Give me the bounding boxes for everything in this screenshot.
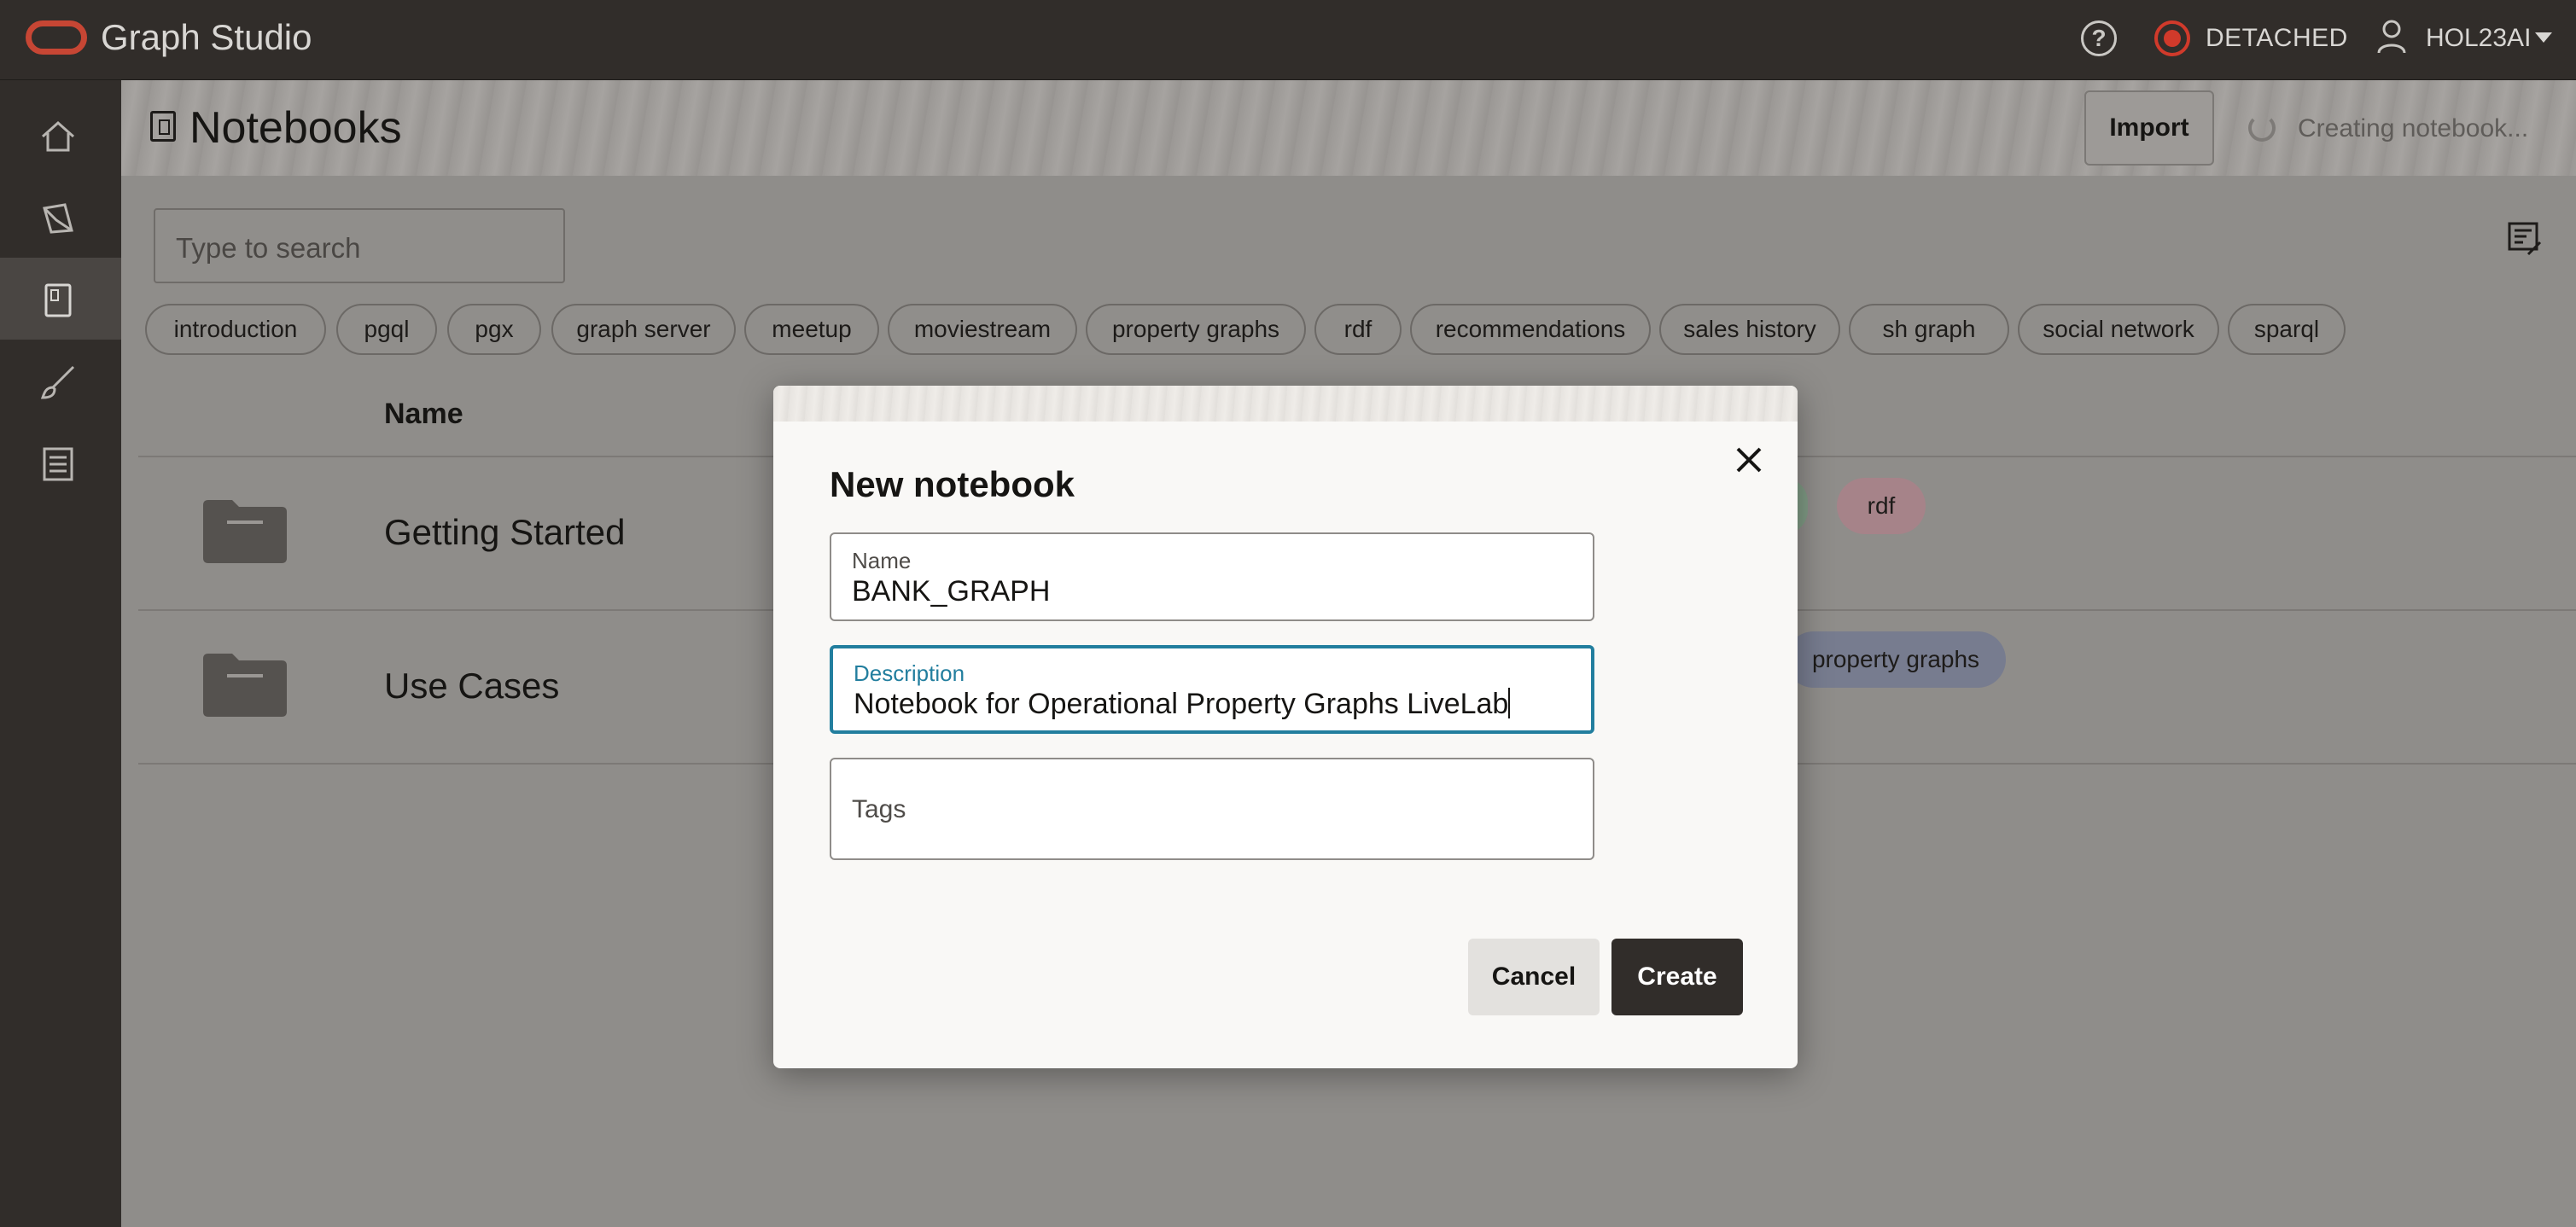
tags-field[interactable]: Tags <box>830 758 1594 860</box>
name-field-label: Name <box>852 548 912 573</box>
new-notebook-dialog: New notebook Name BANK_GRAPH Description… <box>773 386 1798 1068</box>
row-tag[interactable]: rdf <box>1837 478 1926 534</box>
name-field-value[interactable]: BANK_GRAPH <box>852 575 1050 608</box>
tag-chip[interactable]: pgx <box>447 304 541 355</box>
search-input[interactable]: Type to search <box>154 208 565 283</box>
tag-chip[interactable]: rdf <box>1314 304 1402 355</box>
notebook-folder-name[interactable]: Use Cases <box>384 666 559 707</box>
tag-chip[interactable]: pgql <box>336 304 437 355</box>
loading-spinner-icon <box>2248 114 2276 142</box>
nav-item-notebooks[interactable] <box>0 258 121 340</box>
top-bar: Graph Studio ? DETACHED HOL23AI <box>0 0 2576 80</box>
description-field-label: Description <box>854 660 965 686</box>
notebook-icon <box>150 111 176 142</box>
app-title: Graph Studio <box>101 17 312 57</box>
nav-item-algorithms[interactable] <box>0 340 121 422</box>
dialog-header-strip <box>773 386 1798 422</box>
edit-columns-icon[interactable] <box>2506 220 2544 258</box>
connection-status[interactable]: DETACHED <box>2206 24 2348 53</box>
import-button[interactable]: Import <box>2084 90 2214 166</box>
help-icon[interactable]: ? <box>2081 20 2117 56</box>
folder-icon <box>203 500 287 563</box>
tag-chip[interactable]: sparql <box>2228 304 2346 355</box>
tag-chip[interactable]: social network <box>2018 304 2219 355</box>
tag-chip[interactable]: moviestream <box>888 304 1077 355</box>
description-field-value[interactable]: Notebook for Operational Property Graphs… <box>854 688 1511 721</box>
close-icon[interactable] <box>1726 437 1772 483</box>
name-column-header[interactable]: Name <box>384 398 463 431</box>
oracle-logo-icon[interactable] <box>26 20 87 55</box>
cancel-button[interactable]: Cancel <box>1468 939 1600 1015</box>
user-name[interactable]: HOL23AI <box>2426 24 2531 53</box>
tag-chip[interactable]: introduction <box>145 304 326 355</box>
folder-icon <box>203 654 287 717</box>
tags-field-label: Tags <box>852 795 906 823</box>
tag-chip[interactable]: property graphs <box>1086 304 1306 355</box>
tag-chip[interactable]: meetup <box>744 304 879 355</box>
nav-item-home[interactable] <box>0 94 121 176</box>
description-field[interactable]: Description Notebook for Operational Pro… <box>830 645 1594 734</box>
text-cursor <box>1508 688 1511 718</box>
page-header: Notebooks Import Creating notebook... <box>121 80 2576 176</box>
user-icon[interactable] <box>2376 19 2407 55</box>
tag-chip[interactable]: sales history <box>1659 304 1840 355</box>
notebook-icon <box>44 283 72 317</box>
brush-icon <box>40 365 75 399</box>
tag-chip[interactable]: graph server <box>551 304 736 355</box>
row-tag[interactable]: property graphs <box>1786 631 2006 688</box>
user-menu-chevron-down-icon[interactable] <box>2535 32 2552 43</box>
side-navigation <box>0 80 121 1227</box>
graph-model-icon <box>43 203 73 234</box>
nav-item-models[interactable] <box>0 176 121 258</box>
jobs-list-icon <box>43 447 73 481</box>
creating-status: Creating notebook... <box>2298 114 2529 142</box>
notebook-folder-name[interactable]: Getting Started <box>384 512 626 553</box>
connection-status-icon[interactable] <box>2154 20 2190 56</box>
tag-chip[interactable]: recommendations <box>1410 304 1651 355</box>
create-button[interactable]: Create <box>1611 939 1743 1015</box>
dialog-title: New notebook <box>830 464 1075 504</box>
name-field[interactable]: Name BANK_GRAPH <box>830 532 1594 621</box>
nav-item-jobs[interactable] <box>0 422 121 503</box>
page-title: Notebooks <box>189 103 402 153</box>
home-icon <box>42 120 74 152</box>
tag-chip[interactable]: sh graph <box>1849 304 2009 355</box>
description-text: Notebook for Operational Property Graphs… <box>854 688 1509 720</box>
